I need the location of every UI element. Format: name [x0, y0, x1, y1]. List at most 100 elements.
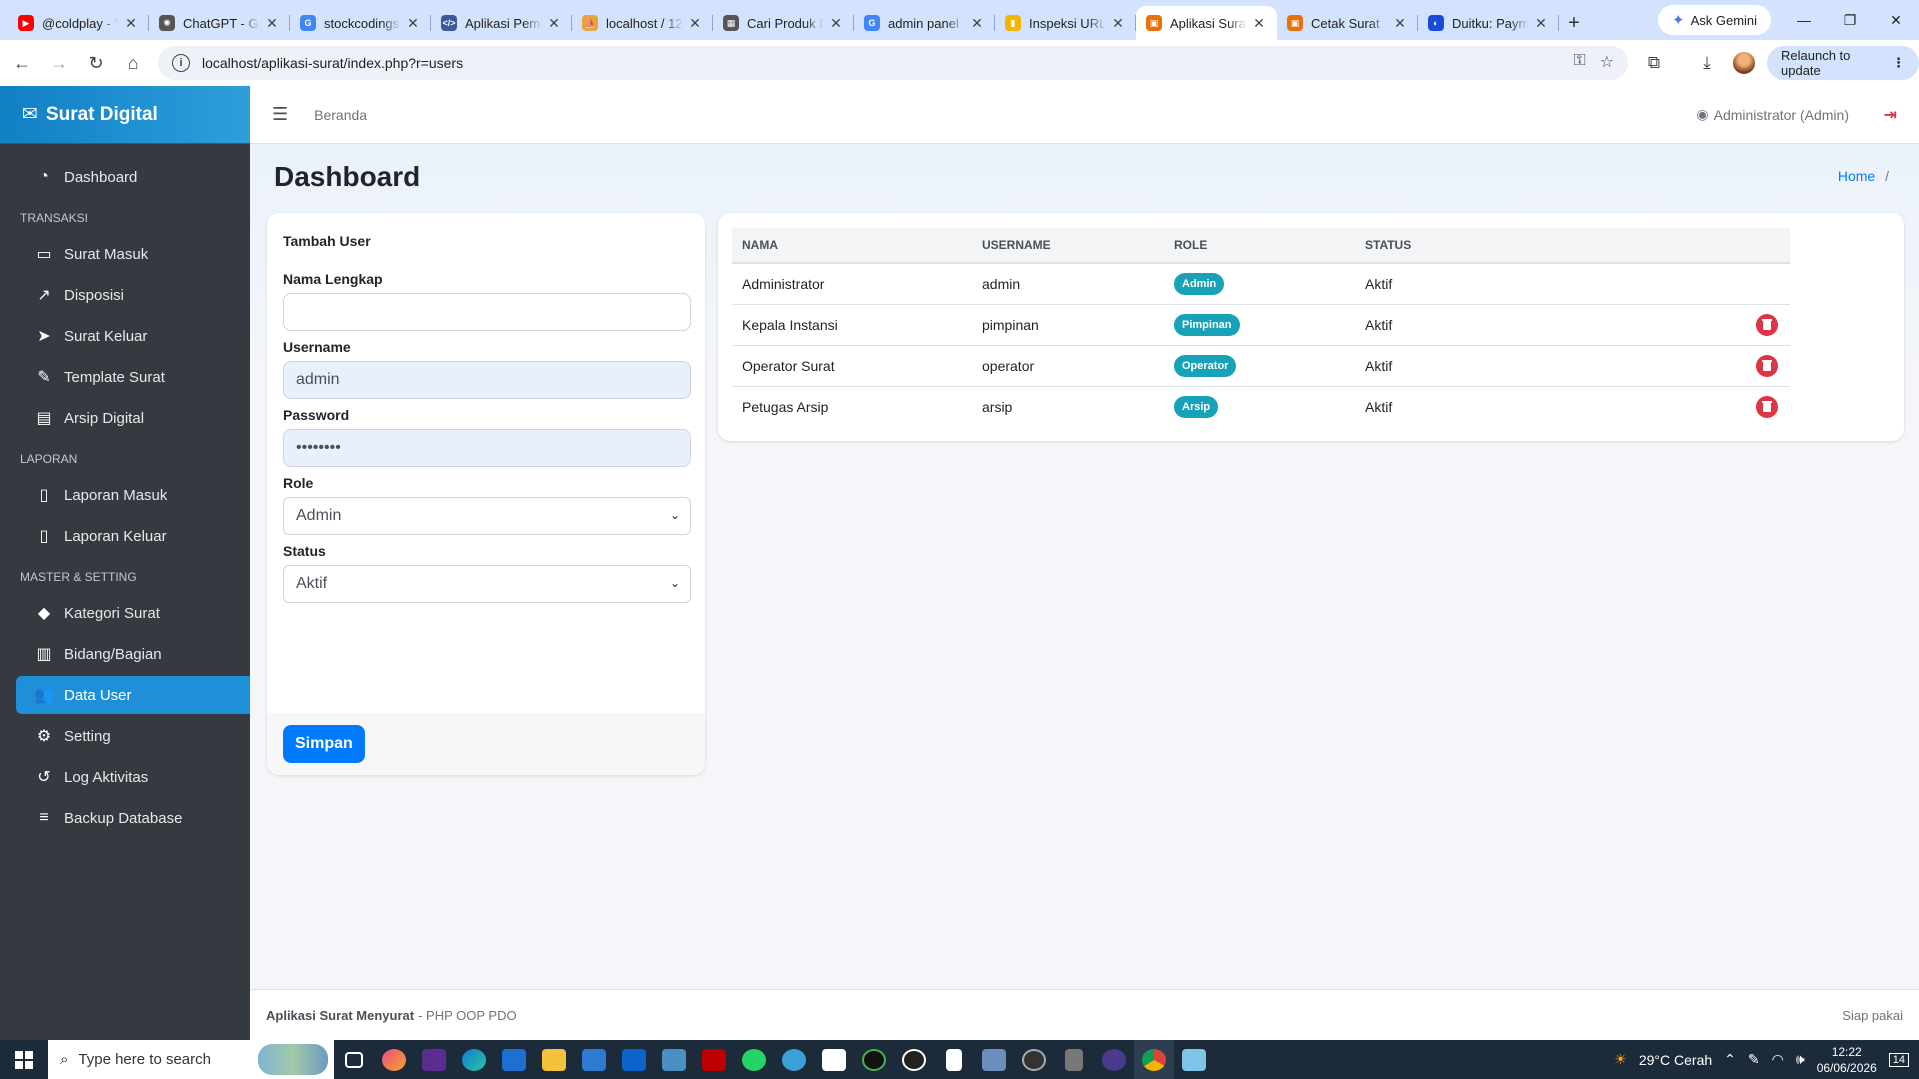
ask-gemini-button[interactable]: ✦ Ask Gemini — [1658, 5, 1772, 35]
relaunch-button[interactable]: Relaunch to update ⋮ — [1767, 46, 1919, 80]
sidebar-item-bidang-bagian[interactable]: ▥ Bidang/Bagian — [16, 635, 250, 673]
bookmark-star-icon[interactable]: ☆ — [1600, 52, 1614, 72]
close-window-button[interactable]: ✕ — [1873, 0, 1919, 40]
app-icon-5[interactable] — [894, 1040, 934, 1079]
filezilla-icon[interactable] — [694, 1040, 734, 1079]
close-tab-icon[interactable]: ✕ — [687, 15, 703, 32]
delete-user-button[interactable] — [1756, 395, 1778, 418]
task-view-icon[interactable] — [334, 1040, 374, 1079]
reload-icon[interactable]: ↻ — [80, 47, 112, 79]
extensions-icon[interactable]: ⧉ — [1641, 50, 1667, 76]
clock[interactable]: 12:22 06/06/2026 — [1817, 1044, 1877, 1076]
beranda-link[interactable]: Beranda — [314, 107, 367, 123]
store-icon[interactable] — [574, 1040, 614, 1079]
sidebar-item-laporan-masuk[interactable]: ▯ Laporan Masuk — [16, 476, 250, 514]
home-icon[interactable]: ⌂ — [117, 47, 149, 79]
sidebar-item-disposisi[interactable]: ↗ Disposisi — [16, 276, 250, 314]
password-input[interactable] — [283, 429, 691, 467]
address-bar[interactable]: i localhost/aplikasi-surat/index.php?r=u… — [158, 46, 1628, 80]
close-tab-icon[interactable]: ✕ — [264, 15, 280, 32]
simpan-button[interactable]: Simpan — [283, 725, 365, 763]
volume-icon[interactable]: 🕪 — [1796, 1051, 1805, 1068]
password-key-icon[interactable]: ⚿ — [1573, 52, 1585, 72]
browser-tab[interactable]: Gstockcodings ✕ — [290, 6, 431, 40]
code-app-icon[interactable] — [494, 1040, 534, 1079]
sidebar-item-backup-database[interactable]: ≡ Backup Database — [16, 799, 250, 837]
brand-logo[interactable]: ✉ Surat Digital — [0, 86, 250, 144]
app-icon-3[interactable] — [774, 1040, 814, 1079]
logout-icon[interactable]: ⇥ — [1884, 105, 1897, 125]
notifications-icon[interactable]: 14 — [1888, 1052, 1909, 1067]
download-icon[interactable]: ⤓ — [1694, 50, 1720, 76]
wifi-icon[interactable]: ◠ — [1772, 1051, 1784, 1068]
close-tab-icon[interactable]: ✕ — [1251, 15, 1267, 32]
delete-user-button[interactable] — [1756, 313, 1778, 336]
pen-icon[interactable]: ✎ — [1748, 1051, 1760, 1068]
browser-tab[interactable]: ✺ ChatGPT - GPT✕ — [149, 6, 290, 40]
more-menu-icon[interactable]: ⋮ — [1892, 55, 1905, 71]
capcut-icon[interactable] — [814, 1040, 854, 1079]
close-tab-icon[interactable]: ✕ — [969, 15, 985, 32]
app-icon-7[interactable] — [1094, 1040, 1134, 1079]
whatsapp-icon[interactable] — [734, 1040, 774, 1079]
close-tab-icon[interactable]: ✕ — [828, 15, 844, 32]
restore-button[interactable]: ❐ — [1827, 0, 1873, 40]
browser-tab[interactable]: Gadmin panel ✕ — [854, 6, 995, 40]
hamburger-menu-icon[interactable]: ☰ — [272, 104, 288, 125]
sidebar-item-setting[interactable]: ⚙ Setting — [16, 717, 250, 755]
browser-tab[interactable]: ⛵ localhost / 127 ✕ — [572, 6, 713, 40]
file-explorer-icon[interactable] — [534, 1040, 574, 1079]
windows-start-icon[interactable] — [0, 1040, 48, 1079]
status-select[interactable]: Aktif ⌄ — [283, 565, 691, 603]
visual-studio-icon[interactable] — [414, 1040, 454, 1079]
close-tab-icon[interactable]: ✕ — [1110, 15, 1126, 32]
sidebar-item-data-user[interactable]: 👥 Data User — [16, 676, 250, 714]
browser-tab[interactable]: ▶ @coldplay - YouTube✕ — [8, 6, 149, 40]
app-icon-8[interactable] — [1174, 1040, 1214, 1079]
app-icon-6[interactable] — [974, 1040, 1014, 1079]
browser-tab[interactable]: ▣ Cetak Surat ✕ — [1277, 6, 1418, 40]
close-tab-icon[interactable]: ✕ — [1533, 15, 1549, 32]
profile-avatar[interactable] — [1731, 50, 1757, 76]
user-menu[interactable]: ◉ Administrator (Admin) — [1696, 106, 1849, 123]
sidebar-item-arsip-digital[interactable]: ▤ Arsip Digital — [16, 399, 250, 437]
sidebar-item-kategori-surat[interactable]: ◆ Kategori Surat — [16, 594, 250, 632]
browser-tab[interactable]: ▮ Inspeksi URL ✕ — [995, 6, 1136, 40]
breadcrumb-home-link[interactable]: Home — [1838, 168, 1875, 184]
delete-user-button[interactable] — [1756, 354, 1778, 377]
browser-tab[interactable]: ▦ Cari Produk D ✕ — [713, 6, 854, 40]
edge-icon[interactable] — [454, 1040, 494, 1079]
notepad-icon[interactable] — [934, 1040, 974, 1079]
outlook-icon[interactable] — [614, 1040, 654, 1079]
browser-tab[interactable]: ◐ Duitku: Paym ✕ — [1418, 6, 1559, 40]
browser-tab[interactable]: ▣ Aplikasi Surat ✕ — [1136, 6, 1277, 40]
taskbar-search-input[interactable]: ⌕ Type here to search — [48, 1040, 334, 1079]
chrome-icon[interactable] — [1134, 1040, 1174, 1079]
app-icon-4[interactable] — [854, 1040, 894, 1079]
sidebar-item-surat-masuk[interactable]: ▭ Surat Masuk — [16, 235, 250, 273]
browser-tab[interactable]: </> Aplikasi Pemb ✕ — [431, 6, 572, 40]
sidebar-item-surat-keluar[interactable]: ➤ Surat Keluar — [16, 317, 250, 355]
close-tab-icon[interactable]: ✕ — [546, 15, 562, 32]
site-info-icon[interactable]: i — [172, 54, 190, 72]
nama-lengkap-input[interactable] — [283, 293, 691, 331]
close-tab-icon[interactable]: ✕ — [123, 15, 139, 32]
close-tab-icon[interactable]: ✕ — [405, 15, 421, 32]
minimize-button[interactable]: — — [1781, 0, 1827, 40]
app-icon-1[interactable] — [374, 1040, 414, 1079]
sidebar-item-dashboard[interactable]: ◔ Dashboard — [16, 158, 250, 196]
close-tab-icon[interactable]: ✕ — [1392, 15, 1408, 32]
new-tab-button[interactable]: + — [1559, 6, 1589, 40]
username-input[interactable] — [283, 361, 691, 399]
tray-expand-icon[interactable]: ⌃ — [1724, 1051, 1736, 1068]
sidebar-item-template-surat[interactable]: ✎ Template Surat — [16, 358, 250, 396]
obs-icon[interactable] — [1014, 1040, 1054, 1079]
sidebar-item-laporan-keluar[interactable]: ▯ Laporan Keluar — [16, 517, 250, 555]
back-icon[interactable]: ← — [6, 47, 38, 79]
weather-text[interactable]: 29°C Cerah — [1639, 1052, 1712, 1068]
sidebar-item-log-aktivitas[interactable]: ↺ Log Aktivitas — [16, 758, 250, 796]
app-icon-2[interactable] — [654, 1040, 694, 1079]
calculator-icon[interactable] — [1054, 1040, 1094, 1079]
role-select[interactable]: Admin ⌄ — [283, 497, 691, 535]
forward-icon[interactable]: → — [43, 47, 75, 79]
